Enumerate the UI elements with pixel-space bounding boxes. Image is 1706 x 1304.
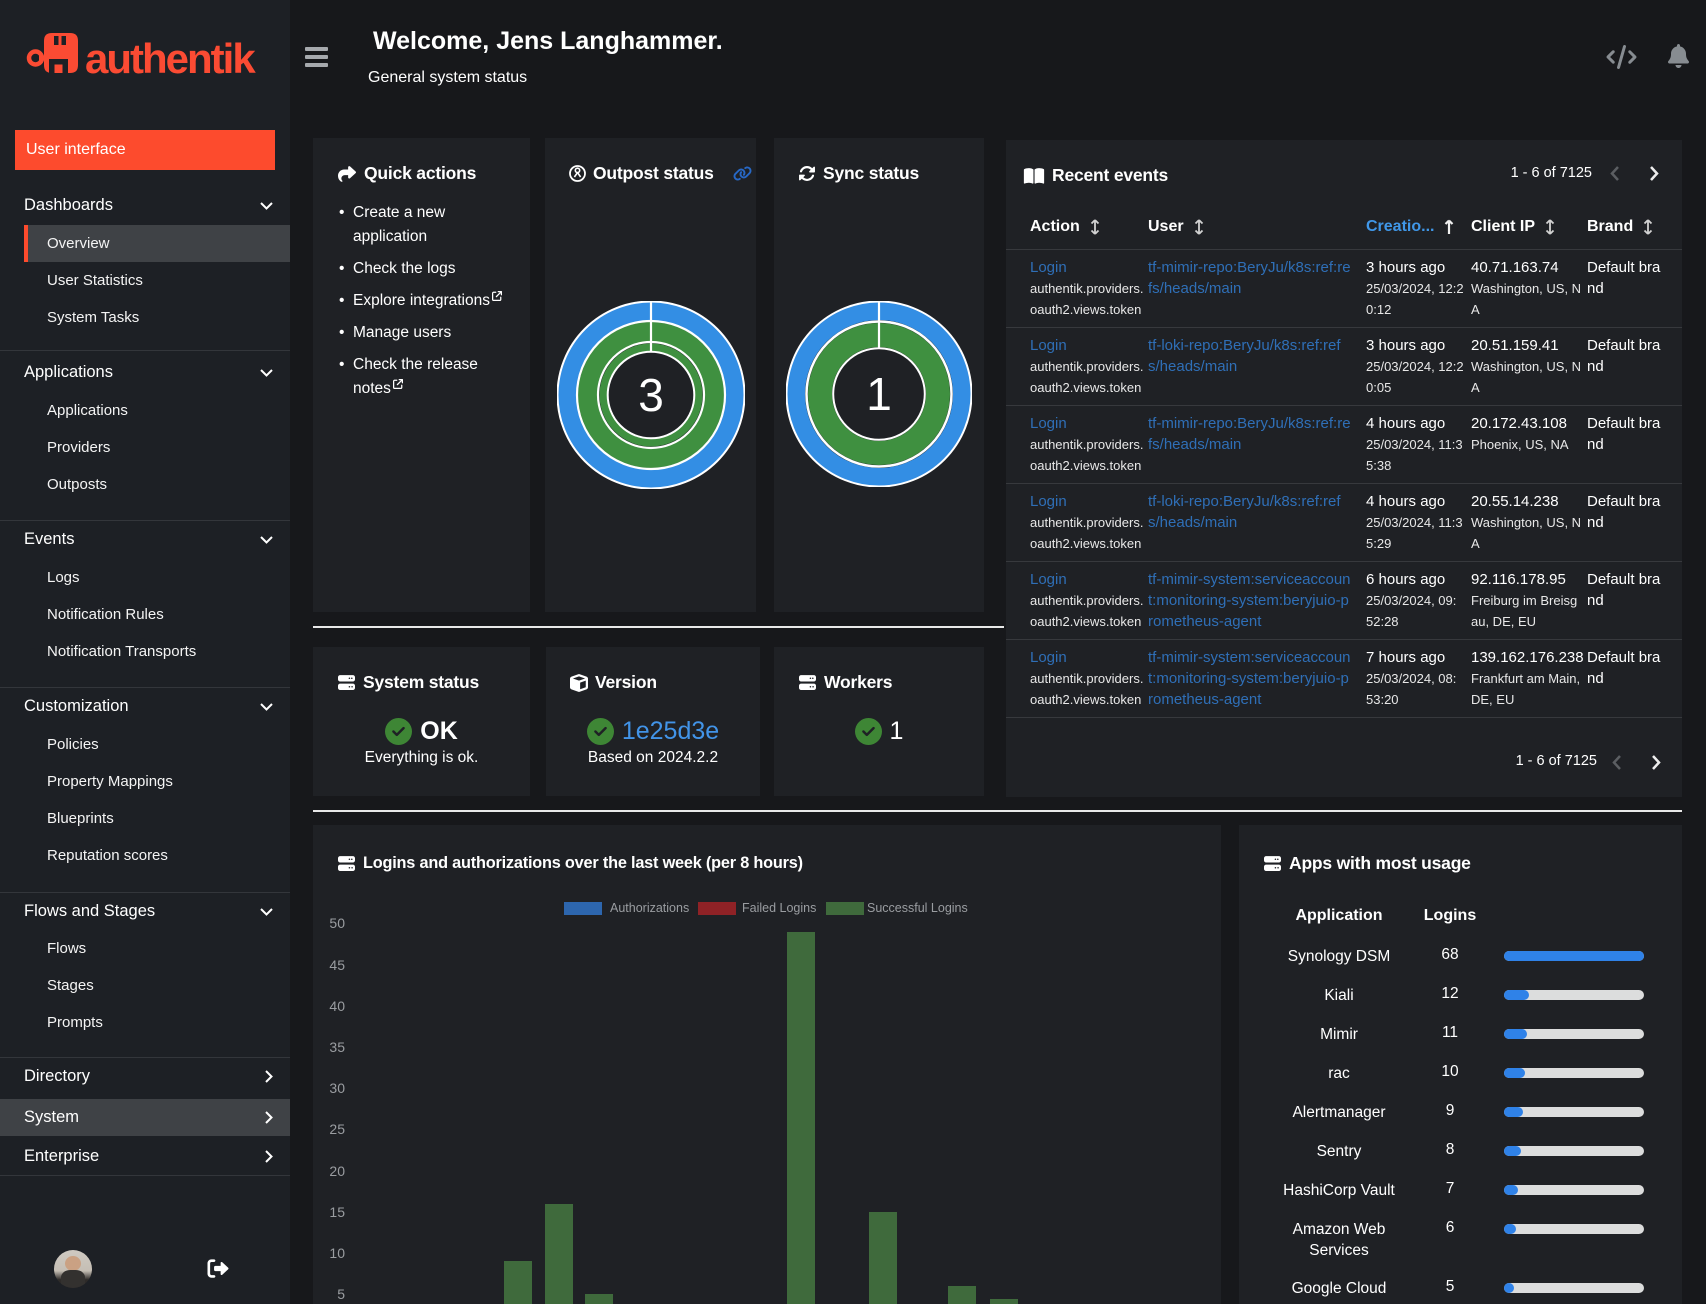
svg-text:3: 3 [638,369,664,421]
svg-text:authentik: authentik [85,35,256,80]
svg-text:1: 1 [866,368,892,420]
